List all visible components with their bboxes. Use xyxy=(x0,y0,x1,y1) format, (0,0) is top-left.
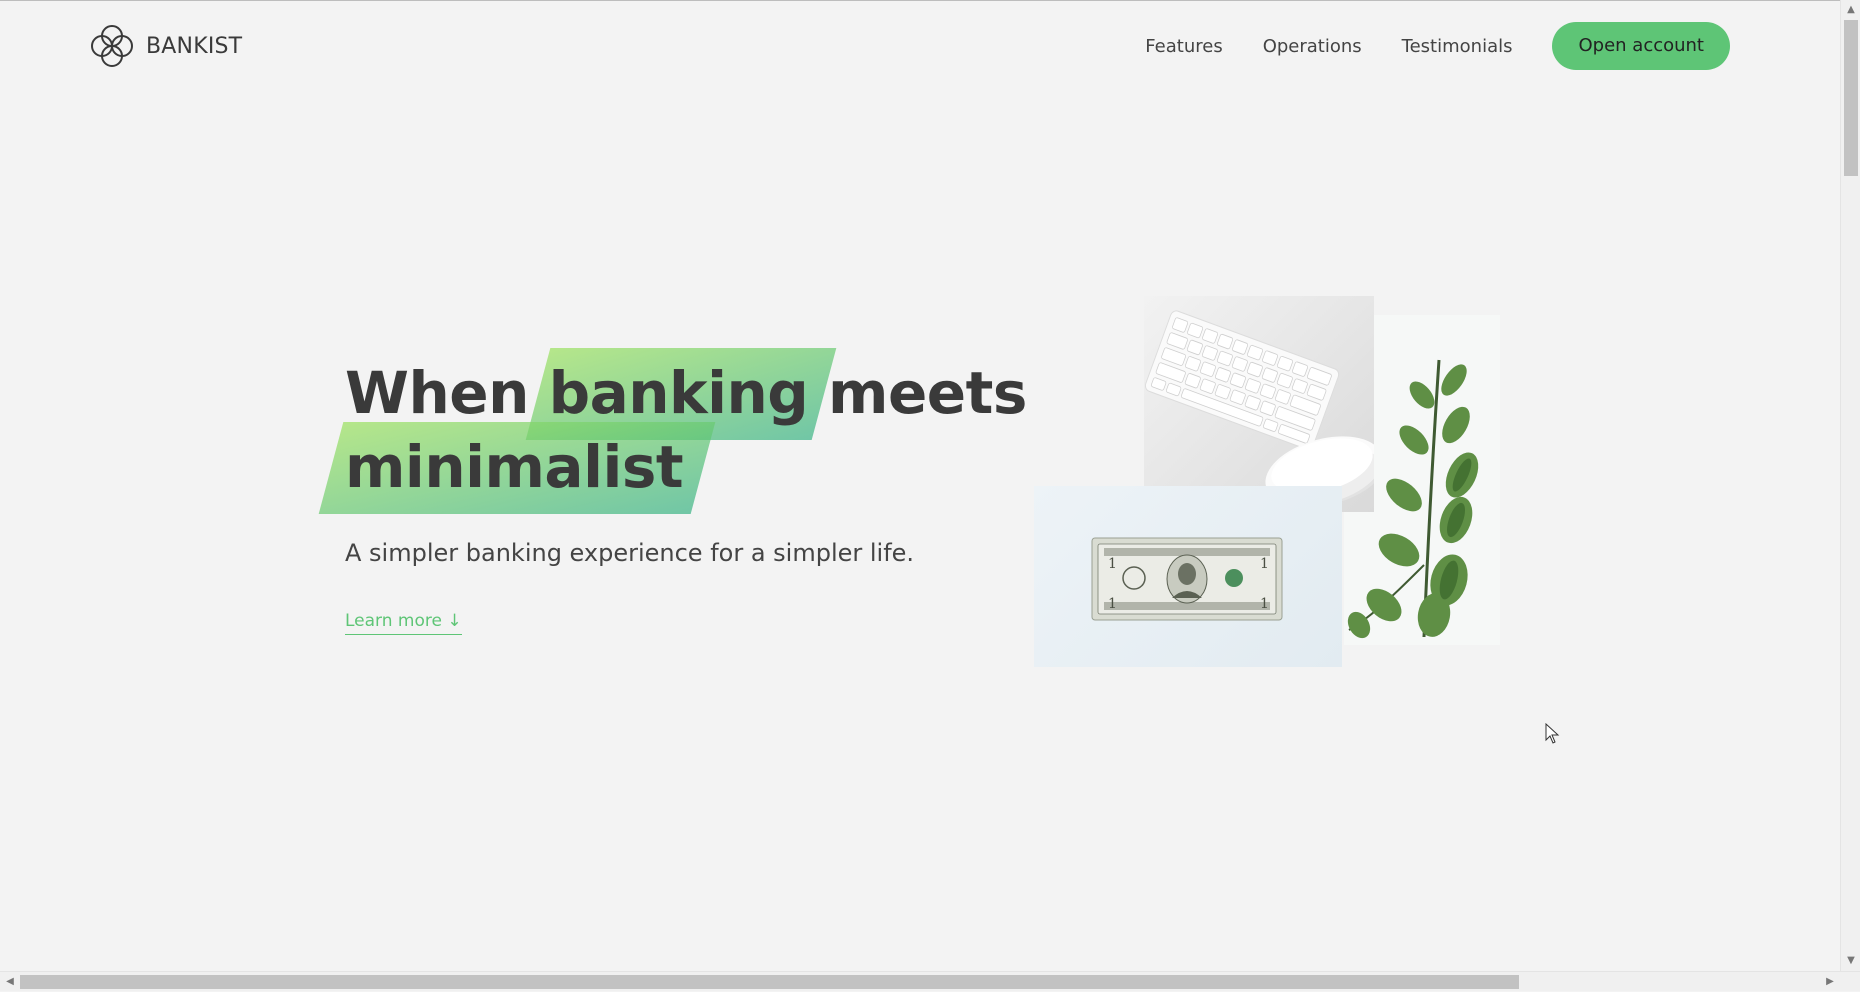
learn-more-link[interactable]: Learn more ↓ xyxy=(345,611,462,635)
hero-image-collage: 1 1 1 1 xyxy=(1034,296,1500,667)
scroll-right-arrow-icon[interactable]: ▶ xyxy=(1820,972,1840,992)
hero-title-highlight-minimalist: minimalist xyxy=(345,430,684,504)
dollar-bill-illustration: 1 1 1 1 xyxy=(1091,537,1283,621)
scroll-down-arrow-icon[interactable]: ▼ xyxy=(1841,951,1860,971)
svg-text:1: 1 xyxy=(1108,556,1117,572)
vertical-scrollbar-thumb[interactable] xyxy=(1844,20,1858,176)
logo[interactable]: BANKIST xyxy=(89,23,242,69)
bankist-logo-icon xyxy=(91,25,133,67)
keyboard-illustration xyxy=(1144,310,1374,507)
scroll-up-arrow-icon[interactable]: ▲ xyxy=(1841,0,1860,20)
hero-image-keyboard xyxy=(1144,296,1374,512)
hero-title-word-when: When xyxy=(345,359,529,427)
mouse-cursor-icon xyxy=(1545,723,1560,744)
nav-links: Features Operations Testimonials Open ac… xyxy=(1105,22,1730,70)
horizontal-scrollbar[interactable]: ◀ ▶ xyxy=(0,971,1860,991)
page-viewport: BANKIST Features Operations Testimonials… xyxy=(0,0,1840,971)
svg-text:1: 1 xyxy=(1260,556,1269,572)
horizontal-scrollbar-thumb[interactable] xyxy=(20,975,1519,989)
vertical-scrollbar[interactable]: ▲ ▼ xyxy=(1840,0,1860,971)
open-account-button[interactable]: Open account xyxy=(1552,22,1730,70)
svg-text:1: 1 xyxy=(1108,596,1117,612)
hero-image-dollar-bill: 1 1 1 1 xyxy=(1034,486,1342,667)
nav-link-features[interactable]: Features xyxy=(1145,36,1222,57)
logo-text: BANKIST xyxy=(146,33,243,59)
hero-title-word-meets: meets xyxy=(828,359,1027,427)
hero-title-highlight-banking: banking xyxy=(549,356,809,430)
scroll-left-arrow-icon[interactable]: ◀ xyxy=(0,972,20,992)
hero-subtitle: A simpler banking experience for a simpl… xyxy=(345,539,915,567)
svg-text:1: 1 xyxy=(1260,596,1269,612)
nav-link-testimonials[interactable]: Testimonials xyxy=(1402,36,1513,57)
nav-link-operations[interactable]: Operations xyxy=(1263,36,1362,57)
top-navigation: BANKIST Features Operations Testimonials… xyxy=(0,1,1840,93)
hero-title: When banking meets minimalist xyxy=(345,356,1027,504)
